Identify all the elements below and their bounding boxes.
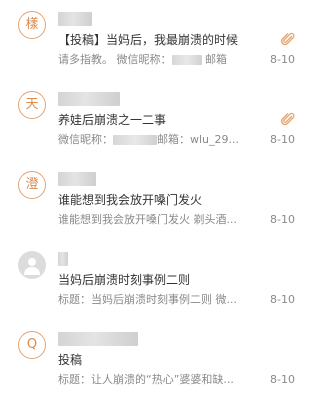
mail-item[interactable]: 当妈后崩溃时刻事例二则 标题：当妈后崩溃时刻事例二则 微... 8-10 (0, 240, 313, 318)
sender-name-redacted (58, 172, 96, 186)
mail-preview: 请多指教。 微信昵称： 邮箱 (58, 52, 258, 68)
attachment-paperclip-icon (281, 112, 295, 126)
preview-text-suffix: 邮箱：wlu_29... (157, 133, 240, 146)
preview-text: 标题：当妈后崩溃时刻事例二则 微... (58, 293, 237, 306)
redacted-nickname (113, 135, 157, 145)
mail-subject: 投稿 (58, 353, 83, 367)
mail-subject: 养娃后崩溃之一二事 (58, 113, 167, 127)
attachment-paperclip-icon (281, 32, 295, 46)
mail-date: 8-10 (270, 213, 295, 226)
mail-preview: 标题：当妈后崩溃时刻事例二则 微... (58, 292, 258, 308)
sender-name-redacted (58, 252, 68, 266)
redacted-nickname (171, 55, 202, 65)
mail-preview: 标题：让人崩溃的“热心”婆婆和缺... (58, 372, 258, 388)
mail-item[interactable]: 樣 【投稿】当妈后，我最崩溃的时候 请多指教。 微信昵称： 邮箱 8-10 (0, 0, 313, 78)
preview-text-suffix: 邮箱 (201, 53, 227, 66)
mail-preview: 谁能想到我会放开嗓门发火 剃头酒... (58, 212, 258, 228)
sender-name-redacted (58, 92, 120, 106)
mail-item[interactable]: 澄 谁能想到我会放开嗓门发火 谁能想到我会放开嗓门发火 剃头酒... 8-10 (0, 160, 313, 238)
sender-avatar: 澄 (18, 171, 46, 199)
mail-date: 8-10 (270, 293, 295, 306)
mail-subject: 【投稿】当妈后，我最崩溃的时候 (58, 33, 239, 47)
preview-text: 请多指教。 微信昵称： (58, 53, 172, 66)
sender-avatar: 天 (18, 91, 46, 119)
mail-preview: 微信昵称： 邮箱：wlu_29... (58, 132, 258, 148)
default-avatar (18, 251, 46, 279)
mail-subject: 当妈后崩溃时刻事例二则 (58, 273, 191, 287)
mail-item[interactable]: 天 养娃后崩溃之一二事 微信昵称： 邮箱：wlu_29... 8-10 (0, 80, 313, 158)
user-silhouette-icon (24, 258, 40, 275)
sender-name-redacted (58, 332, 138, 346)
preview-text: 标题：让人崩溃的“热心”婆婆和缺... (58, 373, 234, 386)
mail-date: 8-10 (270, 53, 295, 66)
mail-item[interactable]: Q 投稿 标题：让人崩溃的“热心”婆婆和缺... 8-10 (0, 320, 313, 398)
sender-avatar: Q (18, 331, 46, 359)
mail-date: 8-10 (270, 133, 295, 146)
mail-list: 樣 【投稿】当妈后，我最崩溃的时候 请多指教。 微信昵称： 邮箱 8-10 天 … (0, 0, 313, 398)
sender-name-redacted (58, 12, 92, 26)
preview-text: 谁能想到我会放开嗓门发火 剃头酒... (58, 213, 237, 226)
sender-avatar: 樣 (18, 11, 46, 39)
preview-text: 微信昵称： (58, 133, 113, 146)
mail-date: 8-10 (270, 373, 295, 386)
mail-subject: 谁能想到我会放开嗓门发火 (58, 193, 203, 207)
